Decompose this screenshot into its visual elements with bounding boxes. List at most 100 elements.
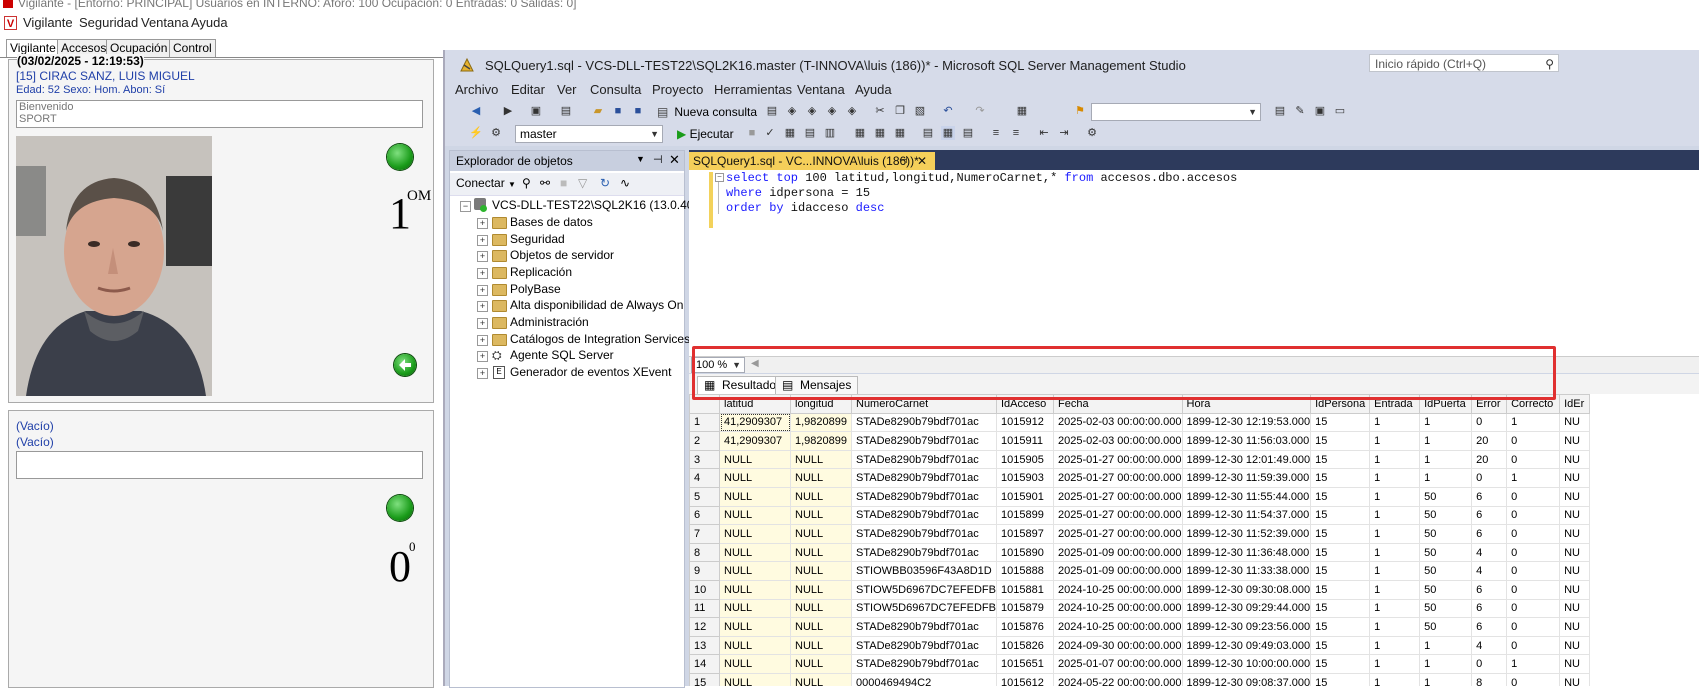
table-cell[interactable]: 1015890 [995, 542, 1054, 563]
undo-icon[interactable]: ↶ [941, 104, 955, 118]
expand-icon[interactable]: + [477, 235, 488, 246]
table-row[interactable]: 3 NULL NULL STADe8290b79bdf701ac 1015905 2025… [689, 449, 1591, 470]
table-cell[interactable]: NULL [719, 598, 791, 619]
table-cell[interactable]: 15 [1310, 598, 1371, 619]
table-cell[interactable]: 1015881 [995, 579, 1054, 600]
table-cell[interactable]: 1015897 [995, 524, 1054, 544]
table-cell[interactable]: NULL [719, 579, 791, 600]
table-cell[interactable]: 1015912 [995, 412, 1054, 433]
menu-editar[interactable]: Editar [511, 82, 545, 97]
table-cell[interactable]: 2025-01-09 00:00:00.000 [1052, 561, 1183, 581]
table-cell[interactable]: STADe8290b79bdf701ac [851, 524, 997, 544]
table-cell[interactable]: 1 [1369, 505, 1421, 526]
table-cell[interactable]: NULL [790, 542, 852, 563]
results-to-icon[interactable]: ▥ [823, 126, 837, 140]
table-cell[interactable]: NULL [719, 561, 791, 581]
table-cell[interactable]: 15 [1310, 449, 1371, 470]
change-connection-icon[interactable]: ⚙ [489, 126, 503, 140]
col-header[interactable]: IdPersona [1310, 394, 1371, 414]
table-cell[interactable]: NU [1559, 505, 1591, 526]
table-row[interactable]: 6 NULL NULL STADe8290b79bdf701ac 1015899 2025… [689, 505, 1591, 526]
table-cell[interactable]: 1015905 [995, 449, 1054, 470]
table-cell[interactable]: 50 [1419, 617, 1473, 637]
table-cell[interactable]: 2024-10-25 00:00:00.000 [1052, 579, 1183, 600]
find-icon[interactable]: ⚑ [1073, 104, 1087, 118]
expand-icon[interactable]: + [477, 335, 488, 346]
expand-icon[interactable]: + [477, 301, 488, 312]
col-header[interactable]: IdEr [1559, 394, 1591, 414]
menu-ver[interactable]: Ver [557, 82, 577, 97]
table-cell[interactable]: 15 [1310, 635, 1371, 656]
menu-ayuda[interactable]: Ayuda [191, 15, 228, 30]
copy-icon[interactable]: ❐ [893, 104, 907, 118]
query-document-tab[interactable]: SQLQuery1.sql - VC...INNOVA\luis (186))*… [689, 152, 935, 170]
tree-node-xevent-profiler[interactable]: + E Generador de eventos XEvent [450, 364, 684, 381]
table-cell[interactable]: 50 [1419, 561, 1473, 581]
table-cell[interactable]: STADe8290b79bdf701ac [851, 617, 997, 637]
table-cell[interactable]: 15 [1310, 672, 1371, 686]
table-cell[interactable]: 1 [1369, 617, 1421, 637]
include-plan-icon[interactable]: ▦ [853, 126, 867, 140]
save-icon[interactable]: ■ [611, 104, 625, 118]
table-cell[interactable]: 6 [1471, 579, 1508, 600]
table-cell[interactable]: NULL [719, 672, 791, 686]
table-cell[interactable]: 50 [1419, 598, 1473, 619]
table-cell[interactable]: 2024-10-25 00:00:00.000 [1052, 617, 1183, 637]
table-cell[interactable]: 0 [1506, 635, 1561, 656]
table-row[interactable]: 2 41,2909307 1,9820899 STADe8290b79bdf701ac… [689, 431, 1591, 451]
tree-node-databases[interactable]: + Bases de datos [450, 214, 684, 231]
vigilante-app-icon[interactable]: V [4, 16, 17, 30]
results-grid-icon[interactable]: ▦ [941, 126, 955, 140]
tree-node-security[interactable]: + Seguridad [450, 231, 684, 248]
table-cell[interactable]: 1015911 [995, 431, 1054, 451]
table-cell[interactable]: 1 [1506, 468, 1561, 488]
table-cell[interactable]: 0 [1506, 486, 1561, 507]
table-row[interactable]: 1 41,2909307 1,9820899 STADe8290b79bdf701ac… [689, 412, 1591, 433]
table-cell[interactable]: 2025-01-07 00:00:00.000 [1052, 654, 1183, 674]
estimated-plan-icon[interactable]: ▦ [783, 126, 797, 140]
menu-seguridad[interactable]: Seguridad [79, 15, 138, 30]
table-cell[interactable]: NULL [719, 486, 791, 507]
table-cell[interactable]: 6 [1471, 598, 1508, 619]
expand-icon[interactable]: + [477, 218, 488, 229]
table-cell[interactable]: NU [1559, 654, 1591, 674]
decrease-indent-icon[interactable]: ⇤ [1037, 126, 1051, 140]
close-panel-icon[interactable]: ✕ [669, 152, 680, 168]
table-cell[interactable]: NU [1559, 672, 1591, 686]
open-file-icon[interactable]: ▰ [591, 104, 605, 118]
table-cell[interactable]: 1899-12-30 09:08:37.000 [1181, 672, 1312, 686]
table-cell[interactable]: 15 [1310, 412, 1371, 433]
expand-icon[interactable]: + [477, 351, 488, 362]
tree-node-always-on[interactable]: + Alta disponibilidad de Always On [450, 297, 684, 314]
table-cell[interactable]: NULL [719, 617, 791, 637]
table-cell[interactable]: 1899-12-30 09:30:08.000 [1181, 579, 1312, 600]
table-cell[interactable]: NU [1559, 579, 1591, 600]
scroll-left-icon[interactable]: ◀ [751, 358, 759, 369]
table-cell[interactable]: 1899-12-30 11:54:37.000 [1181, 505, 1312, 526]
tab-control[interactable]: Control [169, 39, 216, 57]
pin-icon[interactable]: ⊣ [653, 153, 663, 166]
table-cell[interactable]: 0 [1506, 431, 1561, 451]
table-cell[interactable]: NU [1559, 412, 1591, 433]
col-header[interactable]: Error [1471, 394, 1508, 414]
table-cell[interactable]: NU [1559, 431, 1591, 451]
table-cell[interactable]: 20 [1471, 431, 1508, 451]
tree-node-integration-services[interactable]: + Catálogos de Integration Services [450, 331, 690, 348]
table-cell[interactable]: 1 [1369, 524, 1421, 544]
table-cell[interactable]: 1 [1369, 672, 1421, 686]
table-cell[interactable]: NULL [790, 635, 852, 656]
table-cell[interactable]: 0 [1506, 579, 1561, 600]
table-cell[interactable]: NULL [719, 542, 791, 563]
table-cell[interactable]: NULL [790, 561, 852, 581]
menu-herramientas[interactable]: Herramientas [714, 82, 792, 97]
table-cell[interactable]: STIOW5D6967DC7EFEDFB [851, 598, 997, 619]
table-cell[interactable]: NULL [790, 654, 852, 674]
row-number[interactable]: 10 [689, 579, 720, 600]
table-cell[interactable]: 1015888 [995, 561, 1054, 581]
table-cell[interactable]: 1015876 [995, 617, 1054, 637]
table-cell[interactable]: 1015879 [995, 598, 1054, 619]
table-cell[interactable]: 0 [1471, 468, 1508, 488]
table-row[interactable]: 8 NULL NULL STADe8290b79bdf701ac 1015890 2025… [689, 542, 1591, 563]
row-number[interactable]: 4 [689, 468, 720, 488]
new-query-button[interactable]: ▤ Nueva consulta [657, 104, 757, 120]
